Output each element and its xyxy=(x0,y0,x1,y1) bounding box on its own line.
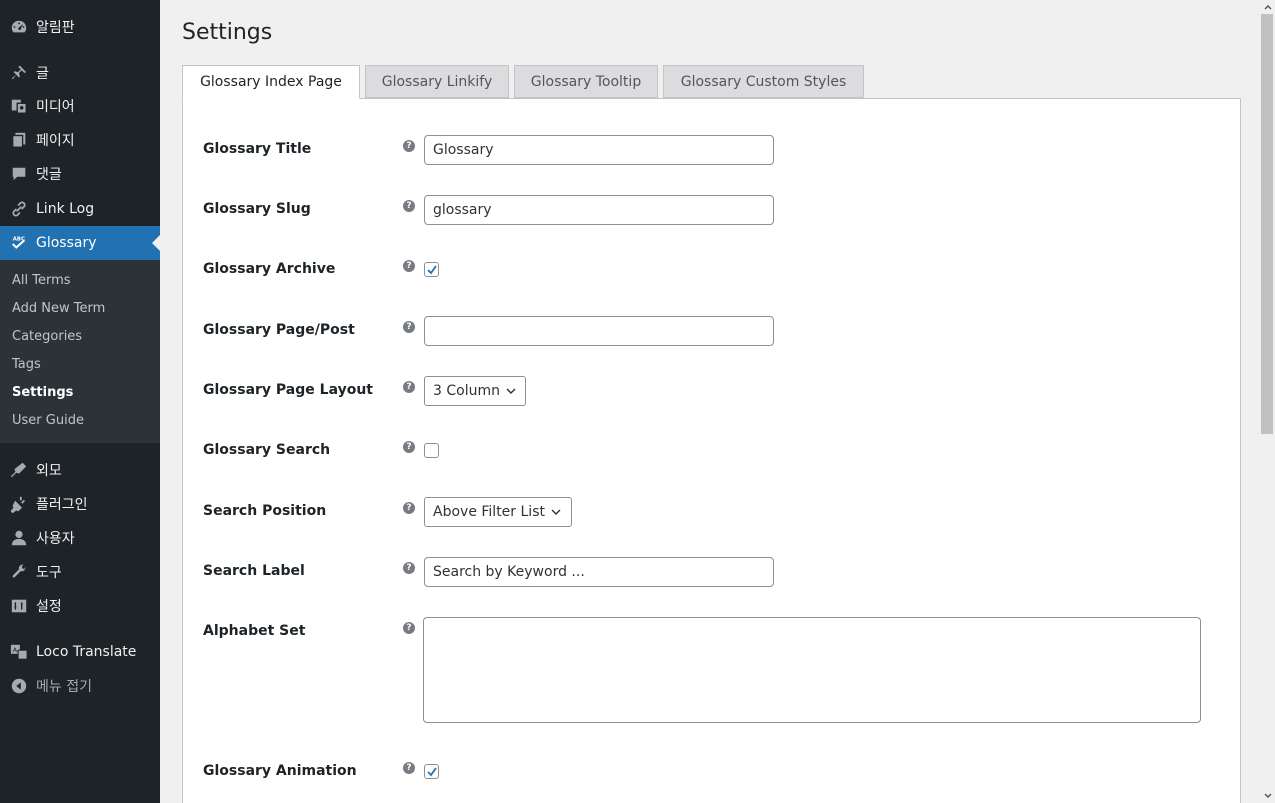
glossary-search-checkbox[interactable] xyxy=(424,443,439,458)
glossary-title-input[interactable]: Glossary xyxy=(424,135,774,165)
search-position-label: Search Position xyxy=(203,503,327,519)
glossary-slug-input[interactable]: glossary xyxy=(424,195,774,225)
menu-item-comments[interactable]: 댓글 xyxy=(0,157,160,191)
menu-label: 페이지 xyxy=(36,133,75,149)
help-icon[interactable]: ? xyxy=(403,381,415,393)
menu-label: Loco Translate xyxy=(36,644,137,660)
menu-item-media[interactable]: 미디어 xyxy=(0,89,160,123)
glossary-slug-label: Glossary Slug xyxy=(203,201,311,217)
help-icon[interactable]: ? xyxy=(403,562,415,574)
submenu-add-new-term[interactable]: Add New Term xyxy=(12,301,105,316)
submenu-all-terms[interactable]: All Terms xyxy=(12,273,71,288)
help-icon[interactable]: ? xyxy=(403,622,415,634)
menu-item-glossary[interactable]: ABC Glossary xyxy=(0,226,160,260)
plugins-icon xyxy=(0,487,36,521)
menu-item-settings[interactable]: 설정 xyxy=(0,589,160,623)
glossary-submenu: All Terms Add New Term Categories Tags S… xyxy=(0,260,160,443)
menu-item-appearance[interactable]: 외모 xyxy=(0,453,160,487)
help-icon[interactable]: ? xyxy=(403,321,415,333)
glossary-page-post-label: Glossary Page/Post xyxy=(203,322,355,338)
media-icon xyxy=(0,89,36,123)
glossary-animation-label: Glossary Animation xyxy=(203,763,357,779)
glossary-page-post-input[interactable] xyxy=(424,316,774,346)
glossary-archive-label: Glossary Archive xyxy=(203,261,336,277)
scrollbar-thumb[interactable] xyxy=(1261,14,1273,434)
menu-label: Link Log xyxy=(36,201,95,217)
glossary-animation-checkbox[interactable] xyxy=(424,764,439,779)
select-value: Above Filter List xyxy=(433,504,545,520)
help-icon[interactable]: ? xyxy=(403,441,415,453)
abc-check-icon: ABC xyxy=(0,226,36,260)
menu-label: 미디어 xyxy=(36,99,75,115)
menu-label: 설정 xyxy=(36,599,62,615)
help-icon[interactable]: ? xyxy=(403,200,415,212)
menu-label: Glossary xyxy=(36,235,97,251)
users-icon xyxy=(0,521,36,555)
submenu-user-guide[interactable]: User Guide xyxy=(12,413,84,428)
alphabet-set-textarea[interactable] xyxy=(423,617,1201,723)
menu-item-tools[interactable]: 도구 xyxy=(0,555,160,589)
menu-label: 댓글 xyxy=(36,167,62,183)
menu-label: 외모 xyxy=(36,463,62,479)
alphabet-set-label: Alphabet Set xyxy=(203,623,306,639)
menu-item-pages[interactable]: 페이지 xyxy=(0,123,160,157)
tab-glossary-tooltip[interactable]: Glossary Tooltip xyxy=(514,65,658,98)
search-label-label: Search Label xyxy=(203,563,305,579)
menu-label: 사용자 xyxy=(36,531,75,547)
tab-glossary-linkify[interactable]: Glossary Linkify xyxy=(365,65,509,98)
settings-icon xyxy=(0,589,36,623)
tab-glossary-custom-styles[interactable]: Glossary Custom Styles xyxy=(663,65,864,98)
glossary-page-layout-label: Glossary Page Layout xyxy=(203,382,373,398)
submenu-settings[interactable]: Settings xyxy=(12,385,73,400)
search-label-input[interactable]: Search by Keyword ... xyxy=(424,557,774,587)
dashboard-icon xyxy=(0,10,36,44)
appearance-icon xyxy=(0,453,36,487)
help-icon[interactable]: ? xyxy=(403,260,415,272)
help-icon[interactable]: ? xyxy=(403,502,415,514)
checkmark-icon xyxy=(426,766,437,776)
page-scrollbar[interactable] xyxy=(1260,0,1275,803)
tab-glossary-index-page[interactable]: Glossary Index Page xyxy=(182,65,360,99)
collapse-icon xyxy=(0,669,36,703)
search-position-select[interactable]: Above Filter List xyxy=(424,497,572,527)
menu-item-loco-translate[interactable]: A Loco Translate xyxy=(0,635,160,669)
menu-item-posts[interactable]: 글 xyxy=(0,56,160,90)
menu-label: 플러그인 xyxy=(36,497,88,513)
menu-item-dashboard[interactable]: 알림판 xyxy=(0,10,160,44)
chevron-down-icon xyxy=(551,509,561,515)
glossary-title-label: Glossary Title xyxy=(203,141,312,157)
menu-item-link-log[interactable]: Link Log xyxy=(0,192,160,226)
menu-label: 도구 xyxy=(36,565,62,581)
glossary-search-label: Glossary Search xyxy=(203,442,331,458)
menu-label: 글 xyxy=(36,66,49,82)
submenu-categories[interactable]: Categories xyxy=(12,329,82,344)
menu-label: 메뉴 접기 xyxy=(36,679,92,695)
admin-sidebar: 알림판 글 미디어 페이지 댓글 Link Log ABC Glossary A… xyxy=(0,0,160,803)
chevron-down-icon xyxy=(506,388,516,394)
pages-icon xyxy=(0,123,36,157)
glossary-archive-checkbox[interactable] xyxy=(424,262,439,277)
pin-icon xyxy=(0,56,36,90)
glossary-page-layout-select[interactable]: 3 Column xyxy=(424,376,526,406)
scroll-up-icon[interactable] xyxy=(1263,2,1272,11)
comments-icon xyxy=(0,157,36,191)
tools-icon xyxy=(0,555,36,589)
translate-icon: A xyxy=(0,635,36,669)
help-icon[interactable]: ? xyxy=(403,762,415,774)
link-icon xyxy=(0,192,36,226)
menu-item-users[interactable]: 사용자 xyxy=(0,521,160,555)
menu-item-plugins[interactable]: 플러그인 xyxy=(0,487,160,521)
menu-item-collapse[interactable]: 메뉴 접기 xyxy=(0,669,160,703)
select-value: 3 Column xyxy=(433,383,500,399)
help-icon[interactable]: ? xyxy=(403,140,415,152)
submenu-tags[interactable]: Tags xyxy=(12,357,41,372)
svg-text:A: A xyxy=(13,647,18,654)
scroll-down-icon[interactable] xyxy=(1263,791,1272,800)
menu-label: 알림판 xyxy=(36,20,75,36)
checkmark-icon xyxy=(426,264,437,274)
page-title: Settings xyxy=(182,20,273,45)
